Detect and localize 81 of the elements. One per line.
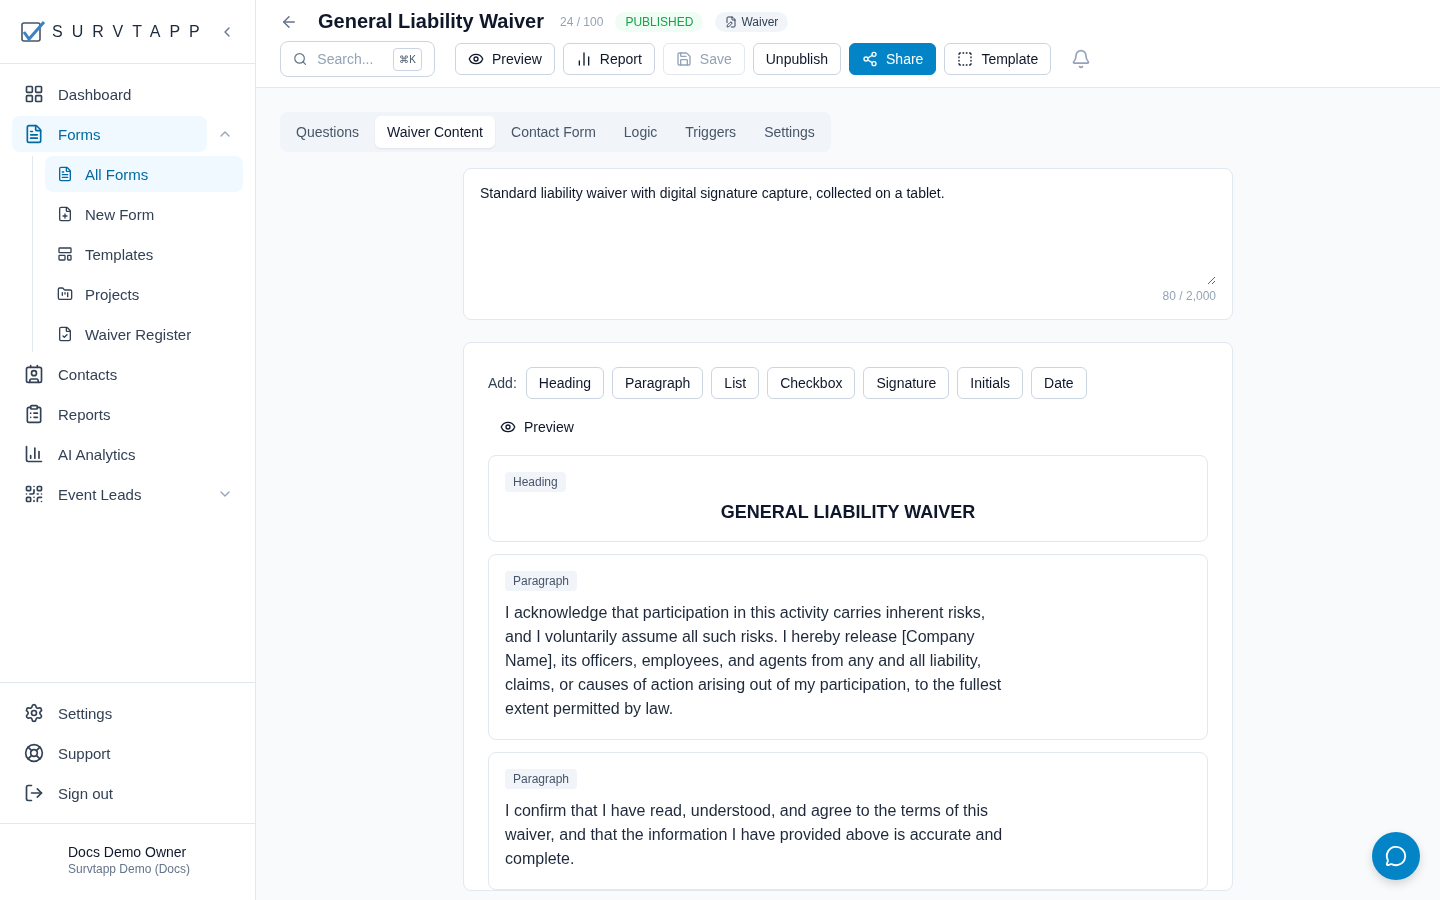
- tab[interactable]: Contact Form: [499, 116, 608, 148]
- notification-icon[interactable]: [1071, 49, 1092, 69]
- nav-subitem[interactable]: Waiver Register: [45, 316, 243, 352]
- block-type-tag: Paragraph: [505, 769, 578, 789]
- tab[interactable]: Triggers: [673, 116, 749, 148]
- folder-icon: [57, 286, 73, 302]
- file-plus-icon: [57, 206, 73, 222]
- shortcut-key: ⌘K: [393, 47, 422, 71]
- toolbar-button[interactable]: Unpublish: [752, 43, 841, 75]
- save-icon: [675, 51, 692, 67]
- document-icon: [57, 166, 73, 182]
- search-icon: [293, 51, 308, 67]
- contact-card-icon: [24, 364, 44, 384]
- tab[interactable]: Logic: [611, 116, 670, 148]
- settings-icon: [24, 703, 44, 723]
- add-block-button[interactable]: Heading: [525, 367, 604, 399]
- nav-item[interactable]: Event Leads: [12, 476, 207, 512]
- nav-item[interactable]: AI Analytics: [12, 436, 243, 472]
- add-block-button[interactable]: List: [711, 367, 760, 399]
- tab[interactable]: Questions: [284, 116, 372, 148]
- eye-icon: [500, 419, 516, 435]
- footer-nav-item[interactable]: Sign out: [12, 775, 243, 811]
- description-field[interactable]: Standard liability waiver with digital signature capture, collected on a tablet. 80 / 2,000: [463, 168, 1233, 320]
- bar-chart-icon: [24, 444, 44, 464]
- nav-item[interactable]: Forms: [12, 116, 207, 152]
- nav-subitem[interactable]: Templates: [45, 236, 243, 272]
- block-heading: GENERAL LIABILITY WAIVER: [719, 502, 977, 523]
- share-icon: [862, 51, 878, 67]
- add-block-button[interactable]: Initials: [957, 367, 1024, 399]
- dashboard-icon: [24, 84, 44, 104]
- file-pen-icon: [725, 15, 738, 28]
- support-icon: [24, 743, 44, 763]
- description-field[interactable]: Standard liability waiver with digital signature capture, collected on a tablet.: [480, 185, 1216, 285]
- logo-text: SURVTAPP: [52, 22, 209, 41]
- form-count: 24 / 100: [560, 14, 604, 29]
- eye-icon: [468, 51, 484, 67]
- nav-subitem[interactable]: New Form: [45, 196, 243, 232]
- preview-button[interactable]: Preview: [488, 411, 586, 443]
- toolbar-button[interactable]: Report: [562, 43, 655, 75]
- dashed-square-icon: [957, 51, 974, 67]
- nav-item[interactable]: Reports: [12, 396, 243, 432]
- block-paragraph: I confirm that I have read, understood, and agree to the terms of this waiver, and that the information I have provided above is accurate and complete.: [505, 801, 1004, 869]
- character-counter: 80 / 2,000: [1162, 289, 1216, 303]
- file-check-icon: [57, 326, 73, 342]
- content-block[interactable]: Heading GENERAL LIABILITY WAIVER: [488, 455, 1208, 542]
- document-icon: [24, 124, 44, 144]
- block-type-tag: Heading: [505, 472, 566, 492]
- toolbar-button[interactable]: Preview: [455, 43, 555, 75]
- add-block-button[interactable]: Checkbox: [767, 367, 856, 399]
- logo-check-icon: [20, 19, 46, 44]
- chat-bubble-icon: [1385, 845, 1407, 867]
- user-name: Docs Demo Owner: [68, 844, 188, 860]
- type-label: Waiver: [741, 14, 779, 29]
- search-field[interactable]: Search... ⌘K: [280, 41, 435, 77]
- nav-item[interactable]: Dashboard: [12, 76, 243, 112]
- layout-icon: [57, 246, 73, 262]
- toolbar-button[interactable]: Template: [944, 43, 1052, 75]
- search-input[interactable]: Search...: [315, 50, 386, 68]
- footer-nav-item[interactable]: Settings: [12, 695, 243, 731]
- nav-item[interactable]: Contacts: [12, 356, 243, 392]
- content-block[interactable]: [488, 554, 1208, 740]
- block-type-tag: Paragraph: [505, 571, 578, 591]
- content-block[interactable]: Paragraph I confirm that I have read, understood, and agree to the terms of this waiver, and that the information I have provided above is accurate and complete.: [488, 752, 1208, 890]
- user-organization: Survtapp Demo (Docs): [68, 862, 192, 876]
- nav-subitem[interactable]: All Forms: [45, 156, 243, 192]
- logout-icon: [24, 783, 44, 803]
- add-label: Add:: [488, 375, 517, 391]
- clipboard-icon: [24, 404, 44, 424]
- add-block-button[interactable]: Paragraph: [611, 367, 704, 399]
- block-paragraph: I acknowledge that participation in this activity carries inherent risks, and I voluntarily assume all such risks. I hereby release [Company Name], its officers, employees, and agents from any and all liability, claims, or causes of action arising out of my participation, to the fullest extent permitted by law.: [505, 603, 1003, 719]
- add-block-button[interactable]: Signature: [863, 367, 950, 399]
- tab[interactable]: Waiver Content: [375, 116, 495, 148]
- nav-subitem[interactable]: Projects: [45, 276, 243, 312]
- status-badge: PUBLISHED: [615, 11, 704, 32]
- qr-code-icon: [24, 484, 44, 504]
- footer-nav-item[interactable]: Support: [12, 735, 243, 771]
- add-block-button[interactable]: Date: [1031, 367, 1087, 399]
- form-title: General Liability Waiver: [318, 10, 544, 33]
- tab[interactable]: Settings: [752, 116, 827, 148]
- toolbar-button[interactable]: Share: [849, 43, 937, 75]
- chat-button[interactable]: [1372, 832, 1420, 880]
